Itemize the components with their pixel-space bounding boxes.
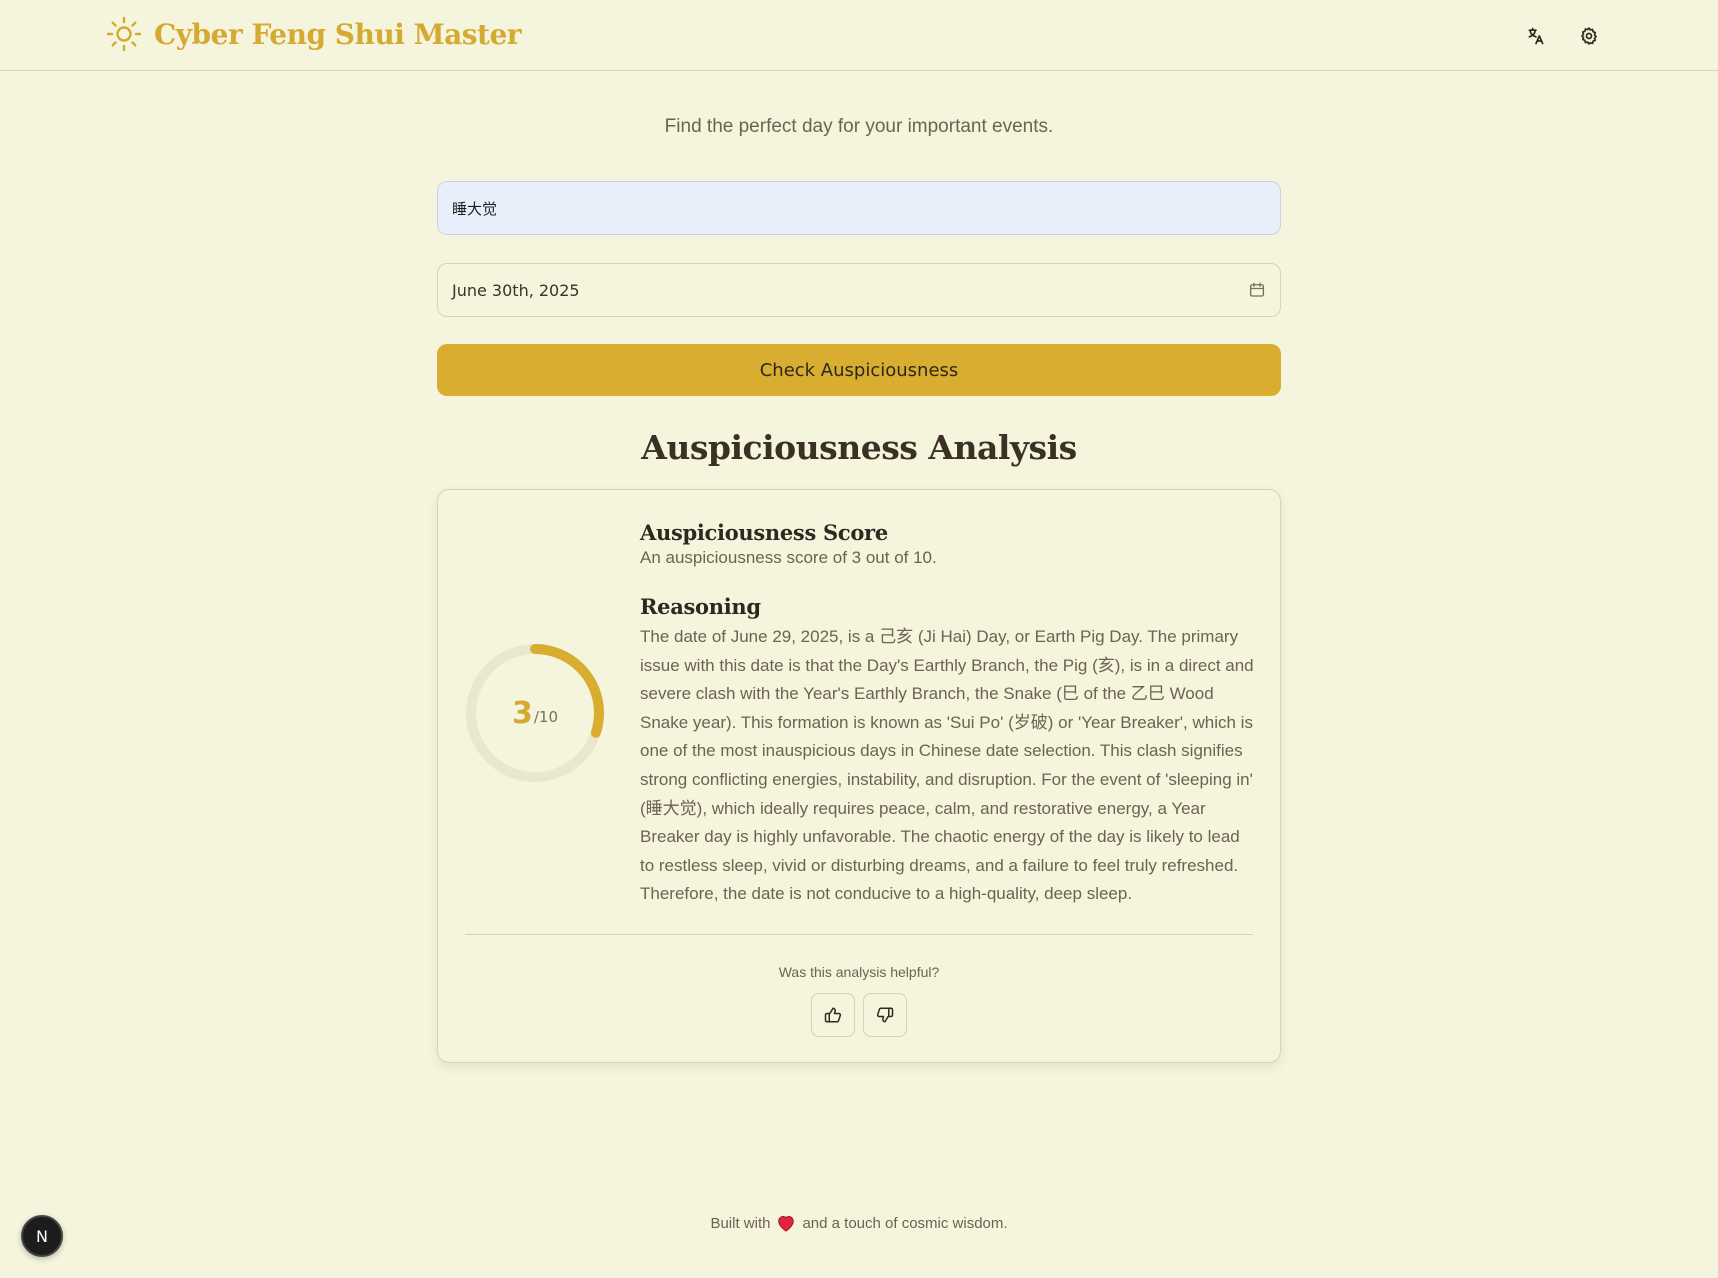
- score-max: /10: [533, 708, 558, 726]
- footer-text-before: Built with: [710, 1214, 771, 1232]
- app-title: Cyber Feng Shui Master: [154, 17, 522, 51]
- dev-tools-badge[interactable]: N: [21, 1215, 63, 1257]
- brand[interactable]: Cyber Feng Shui Master: [106, 16, 522, 52]
- date-value: June 30th, 2025: [452, 280, 580, 300]
- score-gauge: 3 /10: [462, 640, 608, 786]
- calendar-icon: [1249, 282, 1265, 297]
- thumbs-down-button[interactable]: [863, 993, 907, 1037]
- settings-button[interactable]: [1571, 18, 1607, 54]
- page-subtitle: Find the perfect day for your important …: [664, 116, 1054, 137]
- gear-icon: [1581, 27, 1597, 45]
- reasoning-heading: Reasoning: [640, 594, 761, 619]
- score-value: 3: [511, 695, 533, 731]
- app-header: Cyber Feng Shui Master: [0, 0, 1718, 71]
- translate-icon: [1528, 27, 1544, 45]
- sun-icon: [106, 16, 142, 52]
- feedback-prompt: Was this analysis helpful?: [778, 964, 940, 980]
- thumbs-down-icon: [876, 1007, 894, 1023]
- language-button[interactable]: [1518, 18, 1554, 54]
- score-description: An auspiciousness score of 3 out of 10.: [640, 548, 937, 567]
- thumbs-up-icon: [824, 1007, 842, 1023]
- footer-text-after: and a touch of cosmic wisdom.: [802, 1214, 1008, 1232]
- divider: [465, 934, 1253, 935]
- footer: Built with and a touch of cosmic wisdom.: [0, 1214, 1718, 1232]
- reasoning-text: The date of June 29, 2025, is a 己亥 (Ji H…: [640, 627, 1254, 904]
- heart-icon: [778, 1216, 795, 1232]
- date-picker[interactable]: June 30th, 2025: [437, 263, 1281, 317]
- analysis-title: Auspiciousness Analysis: [641, 428, 1077, 467]
- analysis-card: 3 /10 Auspiciousness Score An auspicious…: [437, 489, 1281, 1063]
- score-heading: Auspiciousness Score: [640, 520, 888, 545]
- thumbs-up-button[interactable]: [811, 993, 855, 1037]
- event-input[interactable]: [452, 199, 1266, 217]
- analysis-content: Auspiciousness Score An auspiciousness s…: [640, 520, 1258, 909]
- event-field[interactable]: [437, 181, 1281, 235]
- score-label: 3 /10: [462, 640, 608, 786]
- check-auspiciousness-button[interactable]: Check Auspiciousness: [437, 344, 1281, 396]
